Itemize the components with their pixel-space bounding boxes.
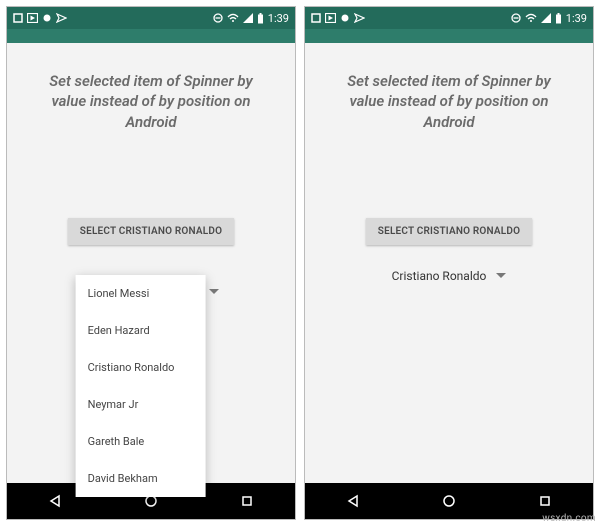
play-box-icon <box>325 13 336 23</box>
signal-icon <box>541 13 551 23</box>
square-icon <box>13 13 23 23</box>
status-time: 1:39 <box>268 12 289 25</box>
page-title: Set selected item of Spinner by value in… <box>31 71 271 132</box>
nav-recent-button[interactable] <box>538 494 552 508</box>
nav-recent-button[interactable] <box>240 494 254 508</box>
square-icon <box>311 13 321 23</box>
nav-back-button[interactable] <box>346 494 360 508</box>
page-title: Set selected item of Spinner by value in… <box>329 71 569 132</box>
minus-circle-icon <box>213 13 223 23</box>
play-box-icon <box>27 13 38 23</box>
device-right: 1:39 Set selected item of Spinner by val… <box>304 6 594 520</box>
select-cristiano-button[interactable]: SELECT CRISTIANO RONALDO <box>366 218 532 245</box>
screen-content: Set selected item of Spinner by value in… <box>305 43 593 483</box>
spinner-option[interactable]: David Bekham <box>76 460 206 497</box>
spinner-option[interactable]: Eden Hazard <box>76 312 206 349</box>
nav-back-button[interactable] <box>48 494 62 508</box>
spinner-option[interactable]: Lionel Messi <box>76 275 206 312</box>
wifi-icon <box>227 13 239 23</box>
screen-content: Set selected item of Spinner by value in… <box>7 43 295 483</box>
signal-icon <box>243 13 253 23</box>
wifi-icon <box>525 13 537 23</box>
spinner-option[interactable]: Neymar Jr <box>76 386 206 423</box>
spinner-option[interactable]: Gareth Bale <box>76 423 206 460</box>
dropdown-caret-icon[interactable] <box>209 289 219 294</box>
spinner-dropdown: Lionel Messi Eden Hazard Cristiano Ronal… <box>76 275 206 497</box>
battery-icon <box>555 13 562 24</box>
circle-icon <box>340 13 350 23</box>
spinner-option[interactable]: Cristiano Ronaldo <box>76 349 206 386</box>
circle-icon <box>42 13 52 23</box>
status-left <box>13 13 67 23</box>
send-icon <box>354 13 365 23</box>
status-right: 1:39 <box>213 12 289 25</box>
device-left: 1:39 Set selected item of Spinner by val… <box>6 6 296 520</box>
battery-icon <box>257 13 264 24</box>
app-bar <box>7 29 295 43</box>
spinner[interactable]: Cristiano Ronaldo <box>319 269 579 283</box>
watermark: wsxdn.com <box>542 513 596 524</box>
chevron-down-icon <box>496 273 506 278</box>
spinner-selected-value: Cristiano Ronaldo <box>392 269 487 283</box>
status-left <box>311 13 365 23</box>
minus-circle-icon <box>511 13 521 23</box>
status-right: 1:39 <box>511 12 587 25</box>
select-cristiano-button[interactable]: SELECT CRISTIANO RONALDO <box>68 218 234 245</box>
status-time: 1:39 <box>566 12 587 25</box>
status-bar: 1:39 <box>305 7 593 29</box>
nav-home-button[interactable] <box>442 494 456 508</box>
app-bar <box>305 29 593 43</box>
send-icon <box>56 13 67 23</box>
status-bar: 1:39 <box>7 7 295 29</box>
